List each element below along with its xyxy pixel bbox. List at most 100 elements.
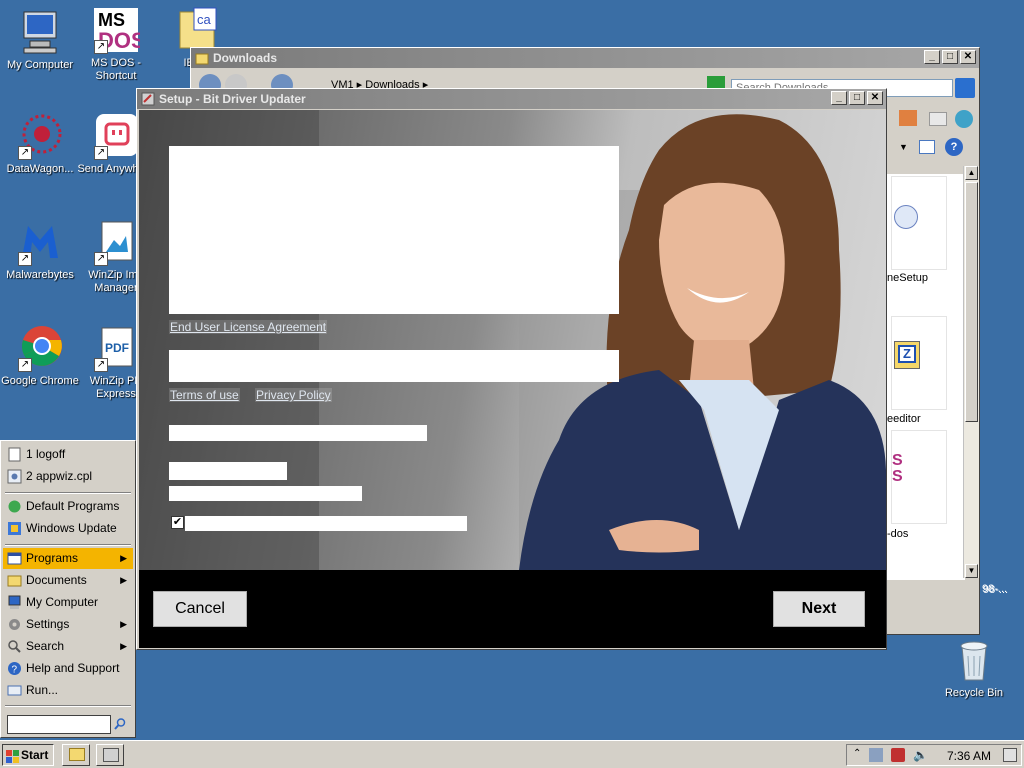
dialog-footer: Cancel Next [139,570,886,648]
desktop-icon-my-computer[interactable]: My Computer [0,8,80,72]
desktop-icon-datawagon[interactable]: ↗ DataWagon... [0,112,80,176]
window-title: Downloads [213,51,278,65]
desktop-icon-label: Recycle Bin [944,687,1004,699]
menu-label: 2 appwiz.cpl [26,469,93,483]
close-button[interactable]: ✕ [867,91,883,105]
agreement-text-block [169,350,619,382]
license-text-area [169,146,619,314]
setup-dialog[interactable]: Setup - Bit Driver Updater _ □ ✕ End Use [136,88,887,650]
privacy-policy-link[interactable]: Privacy Policy [255,388,332,402]
notification-icon[interactable] [1003,748,1017,762]
terms-of-use-link[interactable]: Terms of use [169,388,240,402]
cancel-button[interactable]: Cancel [153,591,247,627]
start-menu-search[interactable]: Search ▶ [3,636,133,657]
disc-icon [894,205,918,229]
taskbar: Start ⌃ 🔈 7:36 AM [0,740,1024,768]
start-menu-documents[interactable]: Documents ▶ [3,570,133,591]
start-label: Start [21,748,49,762]
menu-separator [5,544,131,546]
winzip-image-icon: ↗ [92,218,140,266]
start-menu-settings[interactable]: Settings ▶ [3,614,133,635]
scroll-down-button[interactable]: ▼ [965,564,978,578]
views-icon[interactable] [899,110,917,126]
documents-icon [7,573,22,588]
clock[interactable]: 7:36 AM [947,749,991,763]
security-alert-icon[interactable] [891,748,905,762]
mail-icon[interactable] [929,112,947,126]
desktop-icon-google-chrome[interactable]: ↗ Google Chrome [0,324,80,388]
text-line [169,425,427,441]
start-menu-recent-logoff[interactable]: 1 logoff [3,444,133,465]
maximize-button[interactable]: □ [849,91,865,105]
file-item[interactable]: Z [891,316,947,410]
taskbar-setup-button[interactable] [96,744,124,766]
volume-icon[interactable]: 🔈 [913,748,928,762]
start-menu-my-computer[interactable]: My Computer [3,592,133,613]
menu-label: My Computer [26,595,99,609]
help-icon[interactable]: ? [945,138,963,156]
svg-text:MS: MS [98,10,125,30]
taskbar-explorer-button[interactable] [62,744,90,766]
my-computer-icon [16,8,64,56]
desktop-icon-malwarebytes[interactable]: ↗ Malwarebytes [0,218,80,282]
next-button[interactable]: Next [773,591,865,627]
network-icon[interactable] [869,748,883,762]
maximize-button[interactable]: □ [942,50,958,64]
windows-update-icon [7,521,22,536]
window-title: Setup - Bit Driver Updater [159,92,306,106]
start-menu-run[interactable]: Run... [3,680,133,701]
chevron-down-icon[interactable]: ▼ [899,142,908,152]
start-menu-windows-update[interactable]: Windows Update [3,518,133,539]
status-text-fragment: 98-... [982,583,1008,595]
desktop-icon-label: Malwarebytes [6,269,74,281]
scroll-up-button[interactable]: ▲ [965,166,978,180]
scroll-thumb[interactable] [965,182,978,422]
preview-pane-icon[interactable] [919,140,935,154]
start-menu-programs[interactable]: Programs ▶ [3,548,133,569]
shortcut-arrow-icon: ↗ [18,358,32,372]
search-icon[interactable] [955,78,975,98]
start-button[interactable]: Start [2,744,54,766]
winzip-pdf-icon: PDF ↗ [92,324,140,372]
svg-text:PDF: PDF [105,341,129,355]
start-menu[interactable]: 1 logoff 2 appwiz.cpl Default Programs W… [0,440,136,738]
chrome-icon: ↗ [16,324,64,372]
downloads-titlebar[interactable]: Downloads _ □ ✕ [191,48,979,68]
menu-label: Run... [26,683,59,697]
menu-label: Help and Support [26,661,120,675]
my-computer-icon [7,595,22,610]
toolbar-row-2: ▼ ? [887,110,977,156]
globe-icon[interactable] [955,110,973,128]
default-programs-icon [7,499,22,514]
setup-titlebar[interactable]: Setup - Bit Driver Updater _ □ ✕ [137,89,886,109]
menu-label: Settings [26,617,70,631]
help-icon: ? [7,661,22,676]
offer-checkbox[interactable]: ✔ [171,516,184,529]
menu-label: 1 logoff [26,447,66,461]
file-item[interactable]: SS [891,430,947,524]
run-icon [7,683,22,698]
minimize-button[interactable]: _ [831,91,847,105]
menu-label: Documents [26,573,87,587]
ms-dos-icon: SS [892,452,903,485]
setup-app-icon [103,748,119,762]
folder-icon [69,748,85,761]
menu-label: Windows Update [26,521,117,535]
start-search-input[interactable] [7,715,111,734]
vertical-scrollbar[interactable]: ▲ ▼ [963,166,979,578]
shortcut-arrow-icon: ↗ [18,146,32,160]
eula-link[interactable]: End User License Agreement [169,320,328,334]
start-menu-help[interactable]: ? Help and Support [3,658,133,679]
desktop-icon-ms-dos[interactable]: MSDOS ↗ MS DOS - Shortcut [76,6,156,83]
search-go-icon[interactable] [113,717,127,731]
start-menu-recent-appwiz[interactable]: 2 appwiz.cpl [3,466,133,487]
desktop-icon-recycle-bin[interactable]: Recycle Bin [934,636,1014,700]
start-menu-default-programs[interactable]: Default Programs [3,496,133,517]
file-item[interactable] [891,176,947,270]
close-button[interactable]: ✕ [960,50,976,64]
minimize-button[interactable]: _ [924,50,940,64]
file-label: eeditor [887,413,921,425]
menu-label: Default Programs [26,499,120,513]
chevron-up-icon[interactable]: ⌃ [853,748,861,759]
chevron-right-icon: ▶ [120,553,127,563]
